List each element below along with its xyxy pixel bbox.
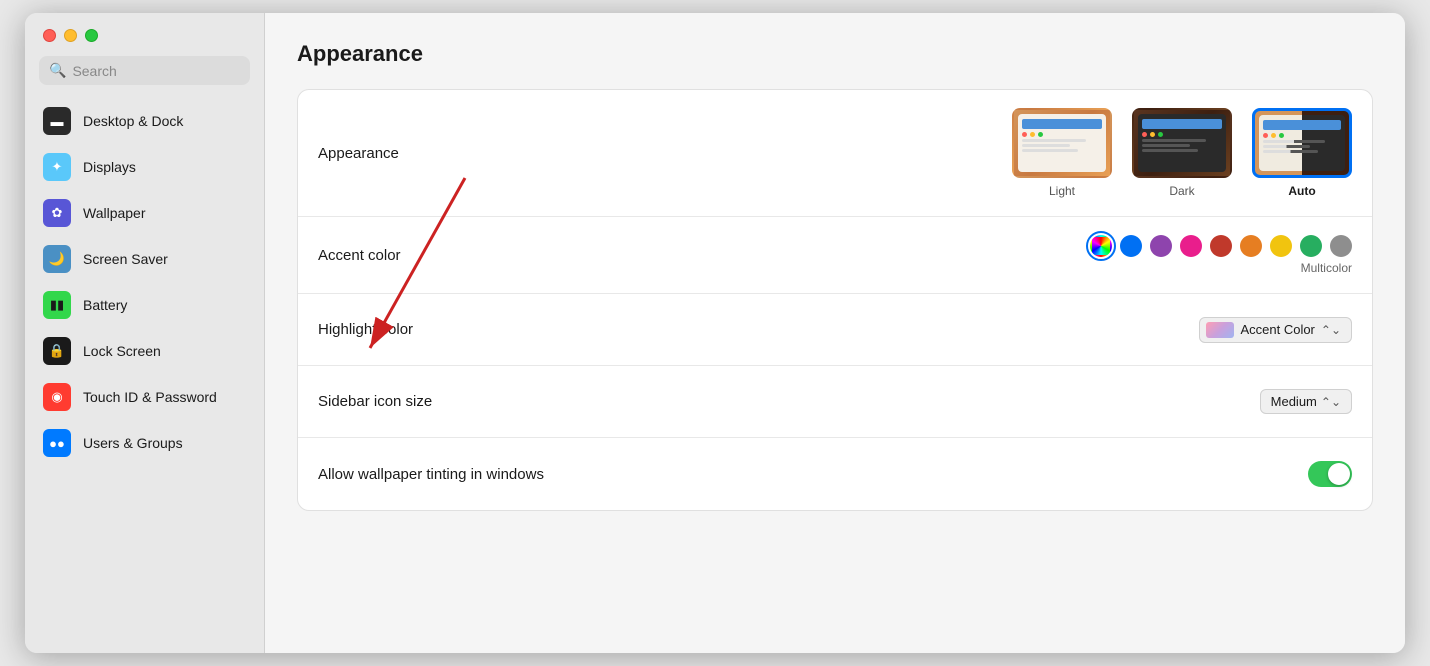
highlight-color-label: Highlight color: [318, 321, 518, 338]
sidebar-item-desktop-dock[interactable]: ▬ Desktop & Dock: [33, 99, 256, 143]
search-input[interactable]: [72, 63, 240, 79]
thumb-bar-auto: [1263, 120, 1341, 130]
wallpaper-tinting-label: Allow wallpaper tinting in windows: [318, 466, 544, 483]
dark-label: Dark: [1169, 184, 1194, 198]
sidebar-item-lock-screen[interactable]: 🔒 Lock Screen: [33, 329, 256, 373]
accent-orange[interactable]: [1240, 235, 1262, 257]
sidebar-item-wallpaper[interactable]: ✿ Wallpaper: [33, 191, 256, 235]
sidebar-icon-touch-id: ◉: [43, 383, 71, 411]
appearance-row: Appearance: [298, 90, 1372, 217]
accent-colors: [1090, 235, 1352, 257]
appearance-option-dark[interactable]: Dark: [1132, 108, 1232, 198]
main-wrapper: Appearance Appearance: [265, 13, 1405, 653]
sidebar-label-screen-saver: Screen Saver: [83, 251, 168, 267]
sidebar-item-users-groups[interactable]: ●● Users & Groups: [33, 421, 256, 465]
sidebar-icon-screen-saver: 🌙: [43, 245, 71, 273]
light-thumb: [1012, 108, 1112, 178]
sidebar-icon-battery: ▮▮: [43, 291, 71, 319]
highlight-color-control: Accent Color ⌃⌄: [518, 317, 1352, 343]
thumb-dots-auto: [1263, 133, 1341, 138]
main-content: Appearance Appearance: [265, 13, 1405, 653]
settings-window: 🔍 ▬ Desktop & Dock ✦ Displays ✿ Wallpape…: [25, 13, 1405, 653]
accent-graphite[interactable]: [1330, 235, 1352, 257]
sidebar-item-screen-saver[interactable]: 🌙 Screen Saver: [33, 237, 256, 281]
accent-green[interactable]: [1300, 235, 1322, 257]
sidebar-size-stepper-icon: ⌃⌄: [1321, 395, 1341, 409]
accent-purple[interactable]: [1150, 235, 1172, 257]
maximize-button[interactable]: [85, 29, 98, 42]
thumb-bar-dark: [1142, 119, 1222, 129]
appearance-option-light[interactable]: Light: [1012, 108, 1112, 198]
highlight-color-selector[interactable]: Accent Color ⌃⌄: [1199, 317, 1352, 343]
accent-blue[interactable]: [1120, 235, 1142, 257]
sidebar-label-touch-id: Touch ID & Password: [83, 389, 217, 405]
sidebar-icon-size-value: Medium: [1271, 394, 1317, 409]
appearance-option-auto[interactable]: Auto: [1252, 108, 1352, 198]
auto-thumb: [1252, 108, 1352, 178]
search-icon: 🔍: [49, 62, 66, 79]
close-button[interactable]: [43, 29, 56, 42]
sidebar-icon-desktop-dock: ▬: [43, 107, 71, 135]
accent-color-control: Multicolor: [518, 235, 1352, 275]
minimize-button[interactable]: [64, 29, 77, 42]
highlight-color-row: Highlight color Accent Color ⌃⌄: [298, 294, 1372, 366]
sidebar-icon-wallpaper: ✿: [43, 199, 71, 227]
accent-pink[interactable]: [1180, 235, 1202, 257]
highlight-value-label: Accent Color: [1240, 322, 1314, 337]
sidebar-label-lock-screen: Lock Screen: [83, 343, 161, 359]
wallpaper-tinting-row: Allow wallpaper tinting in windows: [298, 438, 1372, 510]
sidebar-label-wallpaper: Wallpaper: [83, 205, 146, 221]
sidebar-icon-size-label: Sidebar icon size: [318, 393, 518, 410]
thumb-dots-dark: [1142, 132, 1222, 137]
sidebar-items-list: ▬ Desktop & Dock ✦ Displays ✿ Wallpaper …: [25, 99, 264, 653]
traffic-lights: [25, 13, 264, 56]
sidebar-item-touch-id[interactable]: ◉ Touch ID & Password: [33, 375, 256, 419]
accent-colors-wrap: Multicolor: [1090, 235, 1352, 275]
appearance-control: Light: [518, 108, 1352, 198]
highlight-swatch: [1206, 322, 1234, 338]
light-label: Light: [1049, 184, 1075, 198]
wallpaper-tinting-toggle[interactable]: [1308, 461, 1352, 487]
accent-red[interactable]: [1210, 235, 1232, 257]
sidebar-label-desktop-dock: Desktop & Dock: [83, 113, 183, 129]
sidebar-icon-lock-screen: 🔒: [43, 337, 71, 365]
auto-label: Auto: [1288, 184, 1315, 198]
highlight-stepper-icon: ⌃⌄: [1321, 323, 1341, 337]
thumb-bar: [1022, 119, 1102, 129]
accent-yellow[interactable]: [1270, 235, 1292, 257]
sidebar-icon-size-control: Medium ⌃⌄: [518, 389, 1352, 414]
sidebar-label-users-groups: Users & Groups: [83, 435, 183, 451]
sidebar-icon-size-row: Sidebar icon size Medium ⌃⌄: [298, 366, 1372, 438]
sidebar-icon-size-selector[interactable]: Medium ⌃⌄: [1260, 389, 1352, 414]
sidebar-icon-users-groups: ●●: [43, 429, 71, 457]
accent-sublabel: Multicolor: [1301, 261, 1352, 275]
sidebar-label-displays: Displays: [83, 159, 136, 175]
accent-color-label: Accent color: [318, 247, 518, 264]
page-title: Appearance: [297, 41, 1373, 67]
thumb-dots: [1022, 132, 1102, 137]
wallpaper-tinting-control: [544, 461, 1352, 487]
accent-multicolor[interactable]: [1090, 235, 1112, 257]
sidebar-item-battery[interactable]: ▮▮ Battery: [33, 283, 256, 327]
dark-thumb: [1132, 108, 1232, 178]
appearance-options: Light: [1012, 108, 1352, 198]
appearance-label: Appearance: [318, 145, 518, 162]
search-bar[interactable]: 🔍: [39, 56, 250, 85]
sidebar-label-battery: Battery: [83, 297, 127, 313]
sidebar-item-displays[interactable]: ✦ Displays: [33, 145, 256, 189]
sidebar-icon-displays: ✦: [43, 153, 71, 181]
sidebar: 🔍 ▬ Desktop & Dock ✦ Displays ✿ Wallpape…: [25, 13, 265, 653]
accent-color-row: Accent color: [298, 217, 1372, 294]
settings-panel: Appearance: [297, 89, 1373, 511]
